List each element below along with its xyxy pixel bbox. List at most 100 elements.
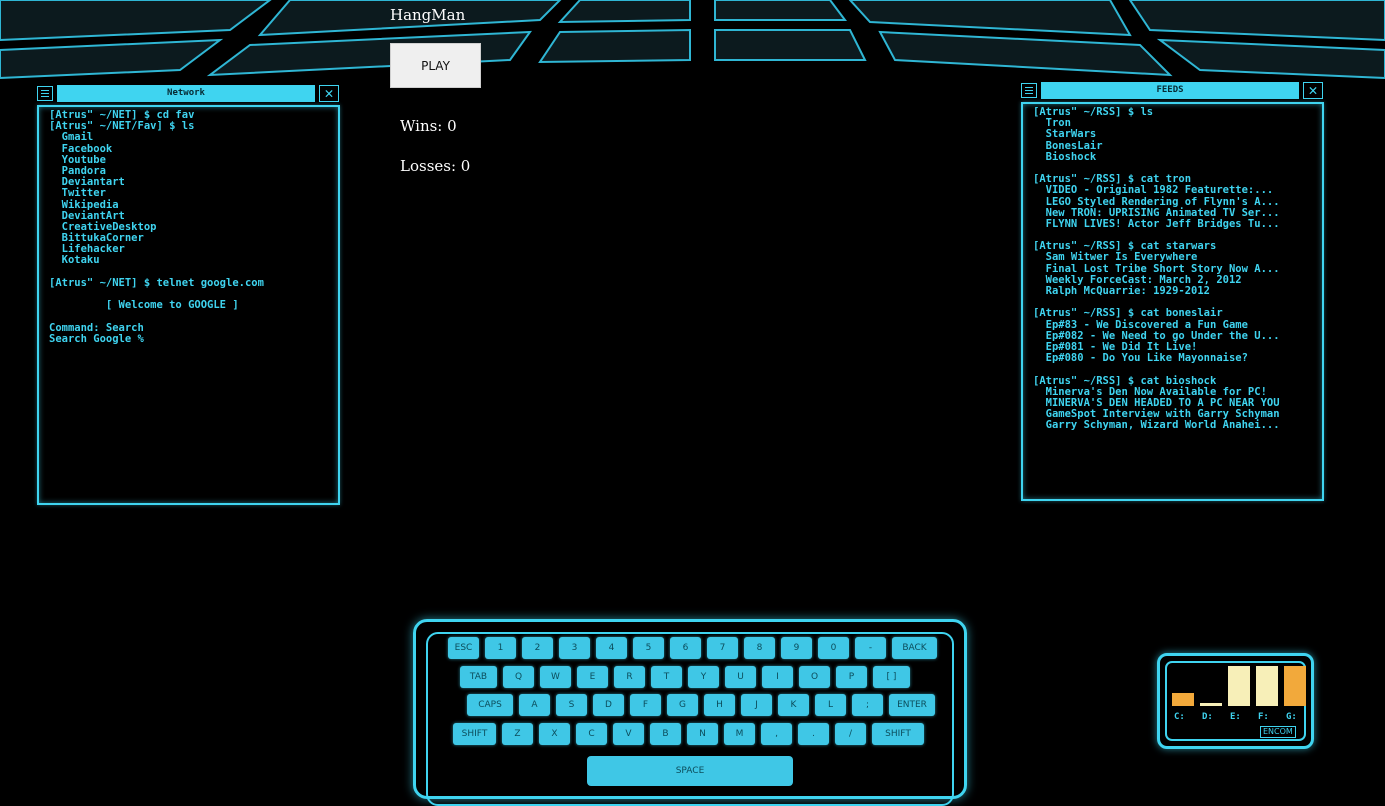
key-shift[interactable]: SHIFT: [872, 723, 924, 745]
drive-usage-bar: [1284, 666, 1306, 706]
key-i[interactable]: I: [762, 666, 793, 688]
key-shift[interactable]: SHIFT: [453, 723, 496, 745]
terminal-line: Kotaku: [49, 254, 100, 267]
close-icon[interactable]: ✕: [1303, 82, 1323, 99]
key-k[interactable]: K: [778, 694, 809, 716]
drive-usage-bar: [1200, 703, 1222, 706]
key-x[interactable]: X: [539, 723, 570, 745]
key-q[interactable]: Q: [503, 666, 534, 688]
key-w[interactable]: W: [540, 666, 571, 688]
key-b[interactable]: B: [650, 723, 681, 745]
terminal-line: Wikipedia: [49, 198, 119, 211]
game-title: HangMan: [390, 6, 466, 24]
network-terminal[interactable]: [Atrus" ~/NET] $ cd fav [Atrus" ~/NET/Fav…: [37, 105, 340, 505]
key-tab[interactable]: TAB: [460, 666, 497, 688]
key-p[interactable]: P: [836, 666, 867, 688]
losses-counter: Losses: 0: [400, 157, 471, 175]
key-h[interactable]: H: [704, 694, 735, 716]
key-a[interactable]: A: [519, 694, 550, 716]
tron-ceiling-grid: [0, 0, 1385, 90]
key-2[interactable]: 2: [522, 637, 553, 659]
key-o[interactable]: O: [799, 666, 830, 688]
terminal-line: LEGO Styled Rendering of Flynn's A...: [1033, 195, 1280, 208]
key-d[interactable]: D: [593, 694, 624, 716]
disk-usage-meter: C: D: E: F: G: ENCOM: [1157, 653, 1314, 749]
terminal-line: [Atrus" ~/RSS] $ cat bioshock: [1033, 374, 1217, 387]
terminal-line: Twitter: [49, 187, 106, 200]
terminal-line: [Atrus" ~/RSS] $ ls: [1033, 106, 1154, 118]
key-esc[interactable]: ESC: [448, 637, 479, 659]
terminal-line: Search Google %: [49, 332, 144, 345]
close-icon[interactable]: ✕: [319, 85, 339, 102]
terminal-line: VIDEO - Original 1982 Featurette:...: [1033, 184, 1274, 197]
wins-counter: Wins: 0: [400, 117, 457, 135]
key-caps[interactable]: CAPS: [467, 694, 513, 716]
drive-label: D:: [1202, 712, 1213, 722]
key-space[interactable]: SPACE: [587, 756, 793, 786]
key-7[interactable]: 7: [707, 637, 738, 659]
drive-label: E:: [1230, 712, 1241, 722]
key-r[interactable]: R: [614, 666, 645, 688]
feeds-terminal[interactable]: [Atrus" ~/RSS] $ ls Tron StarWars BonesL…: [1021, 102, 1324, 501]
terminal-line: FLYNN LIVES! Actor Jeff Bridges Tu...: [1033, 217, 1280, 230]
key-[interactable]: /: [835, 723, 866, 745]
key-g[interactable]: G: [667, 694, 698, 716]
drive-label: G:: [1286, 712, 1297, 722]
key-v[interactable]: V: [613, 723, 644, 745]
key-[interactable]: ,: [761, 723, 792, 745]
terminal-line: Ralph McQuarrie: 1929-2012: [1033, 285, 1211, 297]
key-n[interactable]: N: [687, 723, 718, 745]
feeds-window: FEEDS ✕ [Atrus" ~/RSS] $ ls Tron StarWar…: [1021, 82, 1324, 501]
terminal-line: [Atrus" ~/RSS] $ cat boneslair: [1033, 307, 1223, 320]
drive-usage-bar: [1172, 693, 1194, 706]
key-6[interactable]: 6: [670, 637, 701, 659]
play-button[interactable]: PLAY: [390, 43, 481, 88]
encom-logo: ENCOM: [1260, 726, 1296, 738]
drive-usage-bar: [1256, 666, 1278, 706]
key-8[interactable]: 8: [744, 637, 775, 659]
key-1[interactable]: 1: [485, 637, 516, 659]
key-s[interactable]: S: [556, 694, 587, 716]
key-back[interactable]: BACK: [892, 637, 937, 659]
network-window-title: Network: [57, 85, 315, 102]
terminal-line: Garry Schyman, Wizard World Anahei...: [1033, 419, 1280, 432]
key-5[interactable]: 5: [633, 637, 664, 659]
key-[interactable]: [ ]: [873, 666, 910, 688]
key-[interactable]: .: [798, 723, 829, 745]
terminal-line: StarWars: [1033, 128, 1097, 141]
key-3[interactable]: 3: [559, 637, 590, 659]
key-9[interactable]: 9: [781, 637, 812, 659]
key-c[interactable]: C: [576, 723, 607, 745]
key-l[interactable]: L: [815, 694, 846, 716]
key-enter[interactable]: ENTER: [889, 694, 935, 716]
feeds-window-titlebar[interactable]: FEEDS ✕: [1021, 82, 1324, 99]
key-j[interactable]: J: [741, 694, 772, 716]
terminal-line: Ep#080 - Do You Like Mayonnaise?: [1033, 352, 1248, 365]
key-e[interactable]: E: [577, 666, 608, 688]
terminal-line: Bioshock: [1033, 150, 1097, 163]
key-[interactable]: ;: [852, 694, 883, 716]
key-m[interactable]: M: [724, 723, 755, 745]
key-f[interactable]: F: [630, 694, 661, 716]
key-t[interactable]: T: [651, 666, 682, 688]
menu-icon[interactable]: [1021, 83, 1037, 98]
key-[interactable]: -: [855, 637, 886, 659]
menu-icon[interactable]: [37, 86, 53, 101]
key-y[interactable]: Y: [688, 666, 719, 688]
drive-label: F:: [1258, 712, 1269, 722]
key-u[interactable]: U: [725, 666, 756, 688]
terminal-line: [Atrus" ~/NET] $ telnet google.com: [49, 276, 264, 289]
key-4[interactable]: 4: [596, 637, 627, 659]
key-0[interactable]: 0: [818, 637, 849, 659]
terminal-line: Sam Witwer Is Everywhere: [1033, 251, 1198, 264]
terminal-line: Gmail: [49, 131, 94, 144]
terminal-line: [ Welcome to GOOGLE ]: [49, 299, 239, 312]
network-window: Network ✕ [Atrus" ~/NET] $ cd fav [Atrus"…: [37, 85, 340, 505]
drive-usage-bar: [1228, 666, 1250, 706]
feeds-window-title: FEEDS: [1041, 82, 1299, 99]
drive-label: C:: [1174, 712, 1185, 722]
network-window-titlebar[interactable]: Network ✕: [37, 85, 340, 102]
key-z[interactable]: Z: [502, 723, 533, 745]
